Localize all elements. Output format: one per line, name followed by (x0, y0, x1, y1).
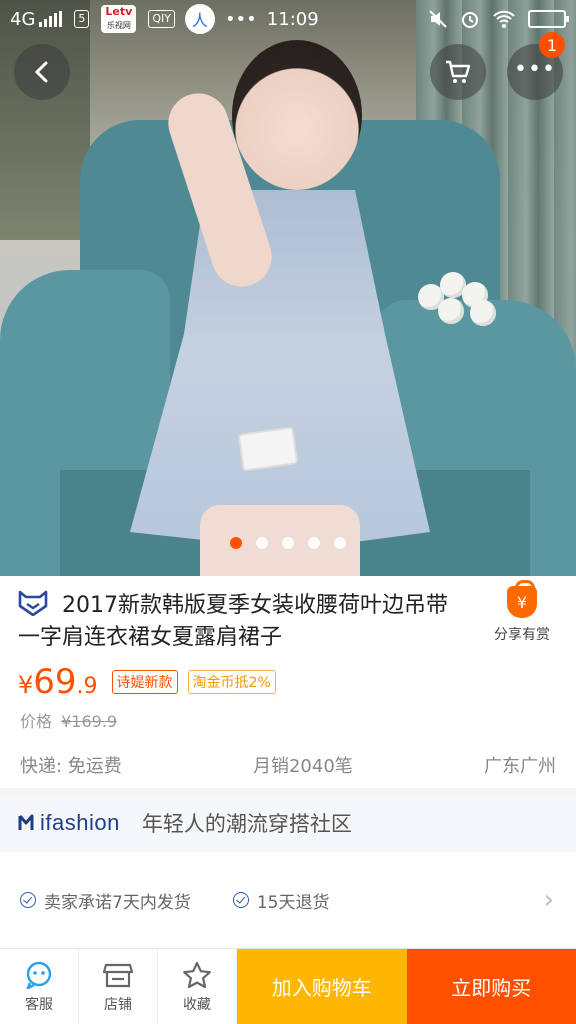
product-title: 2017新款韩版夏季女装收腰荷叶边吊带一字肩连衣裙女夏露肩裙子 (18, 590, 468, 654)
smartphone (237, 426, 299, 472)
message-count-badge: 1 (539, 32, 565, 58)
new-arrival-tag: 诗媞新款 (111, 670, 178, 694)
model-head (232, 40, 362, 190)
sim-icon: 5 (74, 10, 90, 28)
star-icon (181, 960, 213, 990)
more-notifications-icon: ••• (224, 8, 257, 30)
ifashion-m-icon (18, 814, 34, 830)
network-type: 4G (10, 8, 36, 30)
back-button[interactable] (14, 44, 70, 100)
check-circle-icon (20, 892, 36, 908)
carousel-dot[interactable] (334, 537, 346, 549)
shipping-info: 快递: 免运费 (20, 756, 122, 777)
ifashion-logo: ifashion (18, 810, 120, 836)
ship-location: 广东广州 (483, 756, 556, 777)
ifashion-tagline: 年轻人的潮流穿搭社区 (141, 812, 352, 836)
price-currency: ¥ (18, 671, 34, 699)
signal-icon (39, 11, 63, 27)
original-price: 价格 ¥169.9 (20, 708, 117, 732)
add-to-cart-button[interactable]: 加入购物车 (237, 949, 407, 1024)
back-icon (34, 61, 48, 83)
bottom-action-bar: 客服 店铺 收藏 加入购物车 立即购买 (0, 948, 576, 1024)
check-circle-icon (232, 892, 249, 908)
share-label: 分享有赏 (494, 627, 550, 643)
store-icon (102, 960, 134, 990)
promise-item: 15天退货 (232, 888, 329, 913)
promise-item: 卖家承诺7天内发货 (20, 888, 191, 913)
original-price-value: ¥169.9 (61, 712, 118, 731)
wifi-icon (493, 10, 515, 28)
carousel-dot[interactable] (256, 537, 268, 549)
more-icon: ••• (514, 56, 556, 82)
carousel-indicator (0, 537, 576, 549)
carousel-dot[interactable] (308, 537, 320, 549)
favorite-button[interactable]: 收藏 (158, 949, 237, 1024)
product-meta: 快递: 免运费 月销2040笔 广东广州 (20, 752, 556, 778)
price-integer: 69 (33, 662, 77, 702)
service-chat-icon (23, 960, 55, 990)
service-promises[interactable]: 卖家承诺7天内发货 15天退货 › (0, 852, 576, 948)
price: ¥ 69 .9 诗媞新款 淘金币抵2% (18, 662, 286, 702)
shop-button[interactable]: 店铺 (79, 949, 158, 1024)
letv-icon: Letv 乐视网 (101, 5, 137, 33)
cart-button[interactable] (430, 44, 486, 100)
monthly-sales: 月销2040笔 (252, 756, 353, 777)
price-decimal: .9 (76, 674, 98, 699)
shop-logo-icon (18, 590, 48, 616)
carousel-dot[interactable] (230, 537, 242, 549)
flower-bouquet (410, 270, 520, 330)
user-avatar-icon: 人 (184, 4, 215, 34)
clock: 11:09 (266, 8, 319, 30)
product-info: 2017新款韩版夏季女装收腰荷叶边吊带一字肩连衣裙女夏露肩裙子 ¥ 分享有赏 ¥… (0, 576, 576, 788)
battery-icon (528, 10, 569, 28)
carousel-dot[interactable] (282, 537, 294, 549)
coin-discount-tag: 淘金币抵2% (187, 670, 276, 694)
customer-service-button[interactable]: 客服 (0, 949, 79, 1024)
status-bar: 4G 5 Letv 乐视网 QIY 人 ••• 11:09 (0, 0, 576, 38)
ifashion-banner[interactable]: ifashion 年轻人的潮流穿搭社区 (0, 794, 576, 852)
iqiyi-icon: QIY (148, 10, 175, 28)
share-reward-button[interactable]: ¥ 分享有赏 (486, 580, 558, 644)
original-price-label: 价格 (20, 712, 53, 731)
money-bag-icon: ¥ (507, 580, 537, 618)
mute-icon (429, 10, 447, 28)
more-button[interactable]: ••• 1 (507, 32, 565, 100)
chevron-right-icon[interactable]: › (544, 885, 554, 915)
product-image[interactable] (0, 0, 576, 576)
alarm-icon (462, 12, 478, 28)
buy-now-button[interactable]: 立即购买 (406, 949, 576, 1024)
cart-icon (446, 60, 471, 83)
